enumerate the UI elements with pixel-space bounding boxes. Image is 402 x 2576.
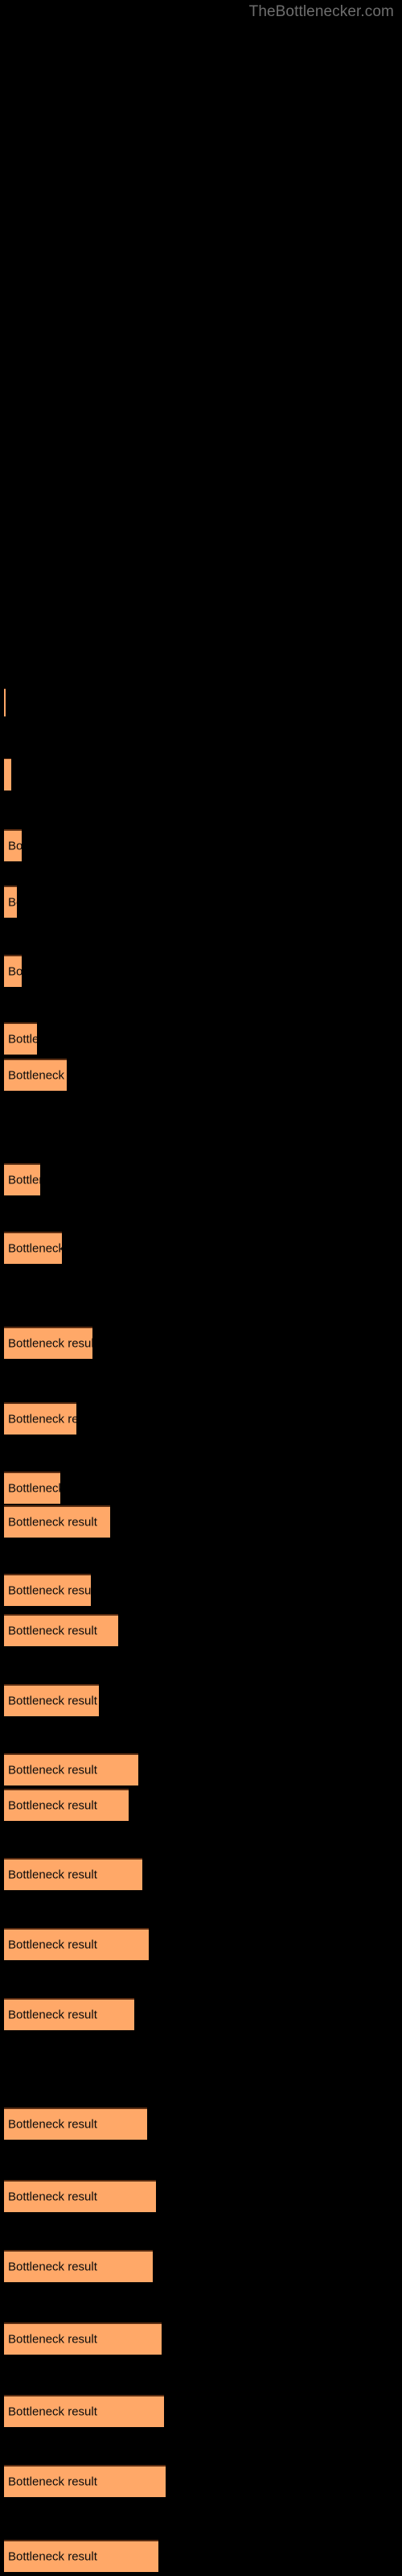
chart-bar[interactable]: Bottleneck result: [4, 1614, 118, 1646]
bar-label: Bottleneck result: [8, 1868, 97, 1882]
bar-row: Bottleneck result: [0, 955, 402, 987]
bar-label: Bottleneck result: [8, 2008, 97, 2022]
bar-row: Bottleneck result: [0, 1022, 402, 1055]
bar-label: Bottleneck result: [8, 1624, 97, 1638]
chart-bar[interactable]: Bottleneck result: [4, 1753, 138, 1785]
chart-bar[interactable]: Bottleneck result: [4, 886, 17, 918]
chart-bar[interactable]: Bottleneck result: [4, 1684, 99, 1716]
chart-bar[interactable]: Bottleneck result: [4, 2465, 166, 2497]
bar-label: Bottleneck result: [8, 1798, 97, 1813]
bar-label: Bottleneck result: [8, 2332, 97, 2347]
bar-row: Bottleneck result: [0, 886, 402, 918]
bar-row: Bottleneck result: [0, 2107, 402, 2140]
bar-row: Bottleneck result: [0, 1684, 402, 1716]
chart-bar[interactable]: Bottleneck result: [4, 1574, 91, 1606]
bar-row: Bottleneck result: [0, 1232, 402, 1264]
bar-label: Bottleneck result: [8, 1173, 40, 1187]
chart-bar[interactable]: Bottleneck result: [4, 1327, 92, 1359]
bar-label: Bottleneck result: [8, 1938, 97, 1952]
chart-bar[interactable]: Bottleneck result: [4, 2180, 156, 2212]
chart-bar[interactable]: Bottleneck result: [4, 2107, 147, 2140]
bar-label: Bottleneck result: [8, 1412, 76, 1426]
bar-row: Bottleneck result: [0, 1163, 402, 1195]
bar-row: Bottleneck result: [0, 829, 402, 861]
bar-row: Bottleneck result: [0, 2395, 402, 2427]
chart-bar[interactable]: Bottleneck result: [4, 1022, 37, 1055]
chart-bar[interactable]: Bottleneck result: [4, 2250, 153, 2282]
page-root: TheBottlenecker.com Bottleneck resultBot…: [0, 0, 402, 2576]
chart-bar[interactable]: Bottleneck result: [4, 1789, 129, 1821]
bar-label: Bottleneck result: [8, 1241, 62, 1256]
chart-bar[interactable]: Bottleneck result: [4, 2540, 158, 2572]
chart-bar[interactable]: Bottleneck result: [4, 1232, 62, 1264]
bar-label: Bottleneck result: [8, 2117, 97, 2132]
bar-row: Bottleneck result: [0, 1928, 402, 1960]
bar-row: Bottleneck result: [0, 688, 402, 716]
bar-label: Bottleneck result: [8, 2190, 97, 2204]
bar-label: Bottleneck result: [8, 1694, 97, 1708]
bar-row: Bottleneck result: [0, 1614, 402, 1646]
chart-bar[interactable]: Bottleneck result: [4, 1858, 142, 1890]
bar-label: Bottleneck result: [8, 2549, 97, 2564]
bar-label: Bottleneck result: [8, 964, 22, 979]
bar-row: Bottleneck result: [0, 2465, 402, 2497]
bar-label: Bottleneck result: [8, 2475, 97, 2489]
bar-label: Bottleneck result: [8, 1763, 97, 1777]
chart-bar[interactable]: Bottleneck result: [4, 688, 6, 716]
bar-row: Bottleneck result: [0, 1505, 402, 1538]
chart-bar[interactable]: Bottleneck result: [4, 955, 22, 987]
bar-label: Bottleneck result: [8, 1336, 92, 1351]
bar-row: Bottleneck result: [0, 1574, 402, 1606]
chart-bar[interactable]: Bottleneck result: [4, 1059, 67, 1091]
chart-bar[interactable]: Bottleneck result: [4, 1163, 40, 1195]
bar-row: Bottleneck result: [0, 1059, 402, 1091]
bar-label: Bottleneck result: [8, 1068, 67, 1083]
bar-chart-plot-area: Bottleneck result Bottleneck result Bottle…: [0, 0, 402, 2576]
bar-row: Bottleneck result: [0, 2322, 402, 2355]
bar-row: Bottleneck result: [0, 1858, 402, 1890]
bar-row: Bottleneck result: [0, 1472, 402, 1504]
bar-row: Bottleneck result: [0, 1327, 402, 1359]
chart-bar[interactable]: Bottleneck result: [4, 1402, 76, 1435]
bar-label: Bottleneck result: [8, 1583, 91, 1598]
bar-row: Bottleneck result: [0, 1998, 402, 2030]
bar-row: Bottleneck result: [0, 2250, 402, 2282]
bar-label: Bottleneck result: [8, 895, 17, 910]
chart-bar[interactable]: Bottleneck result: [4, 829, 22, 861]
bar-label: Bottleneck result: [8, 1515, 97, 1530]
bar-label: Bottleneck result: [8, 2260, 97, 2274]
bar-row: Bottleneck result: [0, 2540, 402, 2572]
chart-bar[interactable]: Bottleneck result: [4, 1505, 110, 1538]
bar-row: Bottleneck result: [0, 1402, 402, 1435]
bar-row: Bottleneck result: [0, 1789, 402, 1821]
chart-bar[interactable]: Bottleneck result: [4, 1928, 149, 1960]
chart-bar[interactable]: Bottleneck result: [4, 758, 11, 791]
bar-row: Bottleneck result: [0, 1753, 402, 1785]
chart-bar[interactable]: Bottleneck result: [4, 2322, 162, 2355]
bar-label: Bottleneck result: [8, 2405, 97, 2419]
bar-row: Bottleneck result: [0, 758, 402, 791]
bar-row: Bottleneck result: [0, 2180, 402, 2212]
bar-label: Bottleneck result: [8, 1032, 37, 1046]
bar-label: Bottleneck result: [8, 839, 22, 853]
chart-bar[interactable]: Bottleneck result: [4, 1472, 60, 1504]
chart-bar[interactable]: Bottleneck result: [4, 2395, 164, 2427]
bar-label: Bottleneck result: [8, 1481, 60, 1496]
chart-bar[interactable]: Bottleneck result: [4, 1998, 134, 2030]
